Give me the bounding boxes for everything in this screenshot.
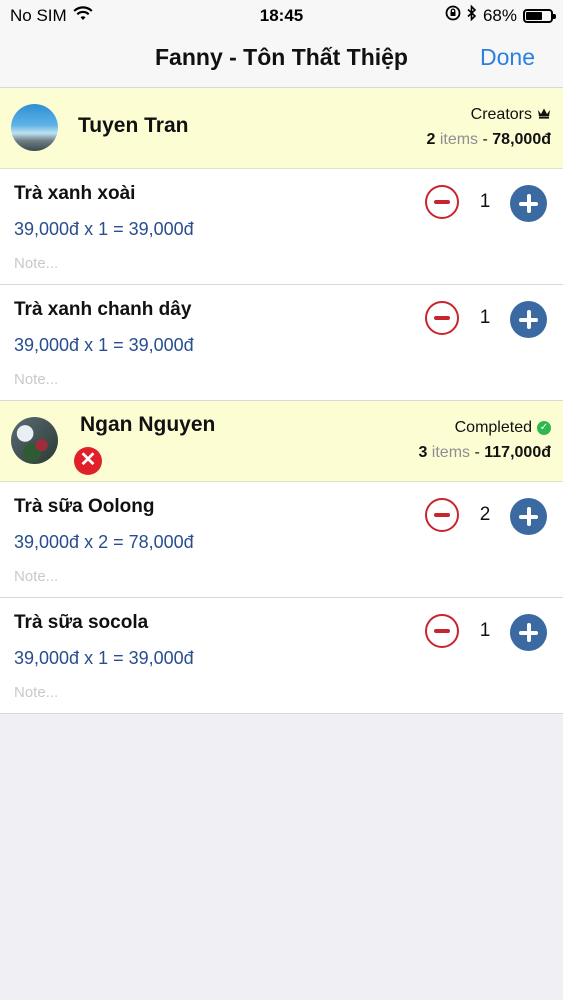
increase-quantity-button[interactable] <box>510 498 547 535</box>
list-item: Trà xanh chanh dây 39,000đ x 1 = 39,000đ… <box>0 285 563 401</box>
group-total: 117,000đ <box>484 444 551 461</box>
bluetooth-icon <box>467 4 477 26</box>
user-name: Tuyen Tran <box>78 114 189 137</box>
decrease-quantity-button[interactable] <box>425 185 459 219</box>
decrease-quantity-button[interactable] <box>425 498 459 532</box>
decrease-quantity-button[interactable] <box>425 301 459 335</box>
status-right: 68% <box>445 4 556 26</box>
item-name: Trà sữa socola <box>14 612 149 633</box>
increase-quantity-button[interactable] <box>510 614 547 651</box>
quantity-value: 1 <box>479 191 491 212</box>
item-name: Trà sữa Oolong <box>14 496 155 517</box>
item-count: 2 <box>426 131 436 148</box>
list-item: Trà sữa Oolong 39,000đ x 2 = 78,000đ Not… <box>0 482 563 598</box>
decrease-quantity-button[interactable] <box>425 614 459 648</box>
items-word: items <box>431 444 471 461</box>
avatar <box>11 417 58 464</box>
battery-percent: 68% <box>482 5 517 25</box>
item-price: 39,000đ x 2 = 78,000đ <box>14 532 194 552</box>
item-price: 39,000đ x 1 = 39,000đ <box>14 335 194 355</box>
note-field[interactable]: Note... <box>14 684 58 701</box>
user-group-header: Ngan Nguyen ✕ Completed ✓ 3 items - 117,… <box>0 401 563 482</box>
group-summary: 3 items - 117,000đ <box>418 444 551 462</box>
role-text: Completed <box>454 419 532 436</box>
rotation-lock-icon <box>445 5 461 26</box>
note-field[interactable]: Note... <box>14 371 58 388</box>
item-price: 39,000đ x 1 = 39,000đ <box>14 648 194 668</box>
order-list: Tuyen Tran Creators 2 items - 78,000đ Tr… <box>0 88 563 714</box>
item-name: Trà xanh chanh dây <box>14 299 192 320</box>
page-title: Fanny - Tôn Thất Thiệp <box>155 44 408 70</box>
navigation-bar: Fanny - Tôn Thất Thiệp Done <box>0 32 563 88</box>
summary-separator: - <box>474 444 480 461</box>
list-item: Trà xanh xoài 39,000đ x 1 = 39,000đ Note… <box>0 169 563 285</box>
avatar <box>11 104 58 151</box>
item-price: 39,000đ x 1 = 39,000đ <box>14 219 194 239</box>
user-name: Ngan Nguyen <box>80 413 216 436</box>
item-name: Trà xanh xoài <box>14 183 136 204</box>
remove-user-icon[interactable]: ✕ <box>74 447 102 475</box>
increase-quantity-button[interactable] <box>510 185 547 222</box>
quantity-value: 2 <box>479 504 491 525</box>
group-summary: 2 items - 78,000đ <box>426 131 551 149</box>
increase-quantity-button[interactable] <box>510 301 547 338</box>
battery-level <box>526 11 543 20</box>
role-label: Creators <box>471 106 551 124</box>
check-icon: ✓ <box>537 421 551 435</box>
list-item: Trà sữa socola 39,000đ x 1 = 39,000đ Not… <box>0 598 563 714</box>
note-field[interactable]: Note... <box>14 568 58 585</box>
note-field[interactable]: Note... <box>14 255 58 272</box>
summary-separator: - <box>482 131 488 148</box>
item-count: 3 <box>418 444 428 461</box>
role-text: Creators <box>470 106 532 123</box>
user-group-header: Tuyen Tran Creators 2 items - 78,000đ <box>0 88 563 169</box>
quantity-value: 1 <box>479 307 491 328</box>
crown-icon <box>537 106 551 124</box>
items-word: items <box>439 131 479 148</box>
battery-icon <box>523 8 556 23</box>
status-bar: No SIM 18:45 68% <box>0 0 563 32</box>
group-total: 78,000đ <box>492 131 551 148</box>
done-button[interactable]: Done <box>480 44 535 71</box>
quantity-value: 1 <box>479 620 491 641</box>
role-label: Completed ✓ <box>455 419 551 437</box>
